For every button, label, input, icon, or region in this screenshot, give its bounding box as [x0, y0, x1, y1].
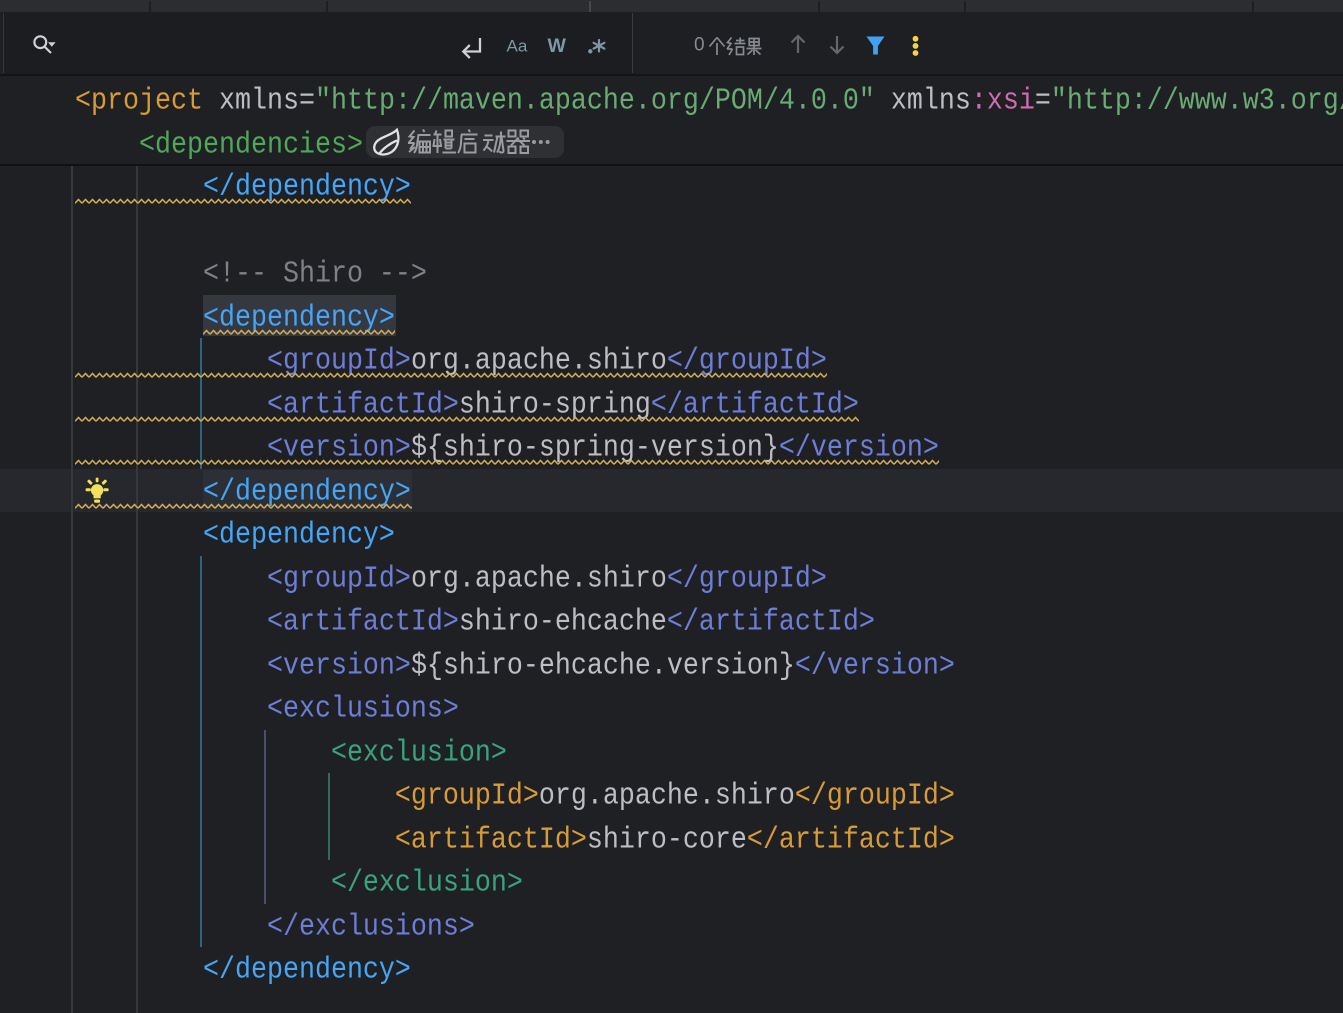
svg-text:0: 0	[694, 35, 705, 56]
